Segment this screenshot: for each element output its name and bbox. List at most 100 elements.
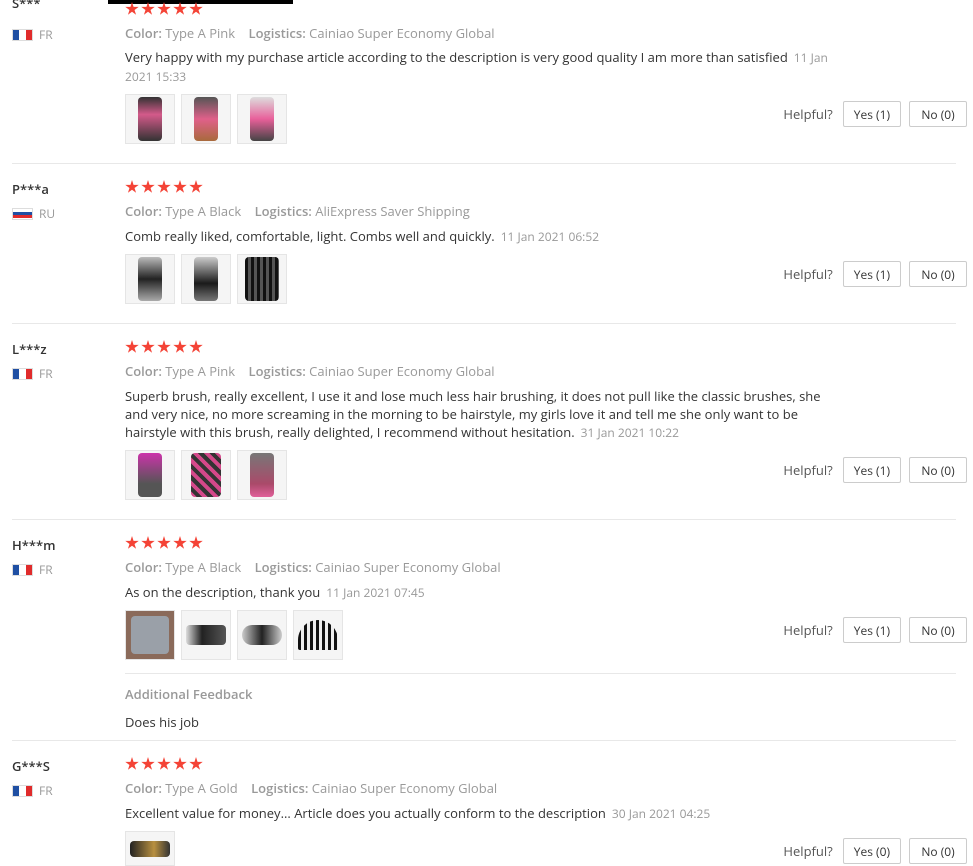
review-divider xyxy=(12,519,956,520)
review-body: Superb brush, really excellent, I use it… xyxy=(125,387,821,441)
review-photo[interactable] xyxy=(125,831,175,866)
review-photo[interactable] xyxy=(237,610,287,660)
color-label: Color: xyxy=(125,362,162,380)
logistics-value: Cainiao Super Economy Global xyxy=(309,24,495,42)
helpful-yes-button[interactable]: Yes (1) xyxy=(842,457,901,483)
star-icon xyxy=(141,757,155,770)
star-icon xyxy=(189,2,203,15)
star-icon xyxy=(125,2,139,15)
reviewer-country: FR xyxy=(12,561,53,578)
reviewer-name: G***S xyxy=(12,757,50,775)
star-icon xyxy=(189,536,203,549)
review-divider xyxy=(12,163,956,164)
star-icon xyxy=(157,536,171,549)
reviewer-country: RU xyxy=(12,205,55,222)
star-icon xyxy=(141,180,155,193)
logistics-value: Cainiao Super Economy Global xyxy=(309,362,495,380)
review-photo[interactable] xyxy=(293,610,343,660)
star-icon xyxy=(125,340,139,353)
country-code: FR xyxy=(39,561,53,578)
color-value: Type A Pink xyxy=(165,24,236,42)
logistics-value: Cainiao Super Economy Global xyxy=(315,558,501,576)
review-divider xyxy=(12,740,956,741)
star-icon xyxy=(141,536,155,549)
review-text: Very happy with my purchase article acco… xyxy=(125,48,835,86)
helpful-controls: Helpful? Yes (1) No (0) xyxy=(783,617,967,643)
star-icon xyxy=(189,180,203,193)
country-code: FR xyxy=(39,365,53,382)
helpful-no-button[interactable]: No (0) xyxy=(909,101,967,127)
star-icon xyxy=(141,2,155,15)
review-date: 31 Jan 2021 10:22 xyxy=(580,424,680,441)
star-icon xyxy=(173,180,187,193)
star-icon xyxy=(125,757,139,770)
star-icon xyxy=(125,536,139,549)
star-icon xyxy=(173,340,187,353)
star-icon xyxy=(173,2,187,15)
color-value: Type A Gold xyxy=(165,779,238,797)
country-code: FR xyxy=(39,26,53,43)
reviewer-name: H***m xyxy=(12,536,56,554)
helpful-no-button[interactable]: No (0) xyxy=(909,838,967,864)
review-photo[interactable] xyxy=(181,94,231,144)
star-icon xyxy=(125,180,139,193)
color-value: Type A Black xyxy=(165,558,242,576)
review-meta: Color: Type A Black Logistics: AliExpres… xyxy=(125,202,470,220)
review-meta: Color: Type A Gold Logistics: Cainiao Su… xyxy=(125,779,497,797)
helpful-yes-button[interactable]: Yes (0) xyxy=(842,838,901,864)
review-photo[interactable] xyxy=(181,450,231,500)
additional-feedback-text: Does his job xyxy=(125,713,200,731)
helpful-label: Helpful? xyxy=(783,842,833,860)
review-photo[interactable] xyxy=(181,254,231,304)
color-label: Color: xyxy=(125,558,162,576)
helpful-no-button[interactable]: No (0) xyxy=(909,617,967,643)
helpful-no-button[interactable]: No (0) xyxy=(909,261,967,287)
france-flag-icon xyxy=(12,28,33,41)
reviewer-country: FR xyxy=(12,782,53,799)
review-meta: Color: Type A Black Logistics: Cainiao S… xyxy=(125,558,501,576)
helpful-label: Helpful? xyxy=(783,461,833,479)
review-photos xyxy=(125,450,287,500)
review-photos xyxy=(125,254,287,304)
rating-stars xyxy=(125,340,203,354)
logistics-label: Logistics: xyxy=(248,24,306,42)
review-photo[interactable] xyxy=(125,94,175,144)
reviewer-name: S*** xyxy=(12,0,41,12)
review-photo[interactable] xyxy=(237,450,287,500)
review-body: As on the description, thank you xyxy=(125,583,321,601)
helpful-yes-button[interactable]: Yes (1) xyxy=(842,261,901,287)
reviewer-name: P***a xyxy=(12,180,49,198)
france-flag-icon xyxy=(12,784,33,797)
review-meta: Color: Type A Pink Logistics: Cainiao Su… xyxy=(125,362,495,380)
rating-stars xyxy=(125,180,203,194)
star-icon xyxy=(173,757,187,770)
review-photo[interactable] xyxy=(125,610,175,660)
review-photo[interactable] xyxy=(181,610,231,660)
logistics-label: Logistics: xyxy=(254,202,312,220)
star-icon xyxy=(157,757,171,770)
helpful-no-button[interactable]: No (0) xyxy=(909,457,967,483)
helpful-yes-button[interactable]: Yes (1) xyxy=(842,617,901,643)
review-photo[interactable] xyxy=(125,450,175,500)
review-body: Excellent value for money... Article doe… xyxy=(125,804,606,822)
review-photos xyxy=(125,831,175,866)
helpful-controls: Helpful? Yes (1) No (0) xyxy=(783,261,967,287)
russia-flag-icon xyxy=(12,207,33,220)
star-icon xyxy=(157,340,171,353)
helpful-yes-button[interactable]: Yes (1) xyxy=(842,101,901,127)
review-divider xyxy=(12,323,956,324)
review-photo[interactable] xyxy=(125,254,175,304)
review-photo[interactable] xyxy=(237,94,287,144)
helpful-label: Helpful? xyxy=(783,265,833,283)
review-photo[interactable] xyxy=(237,254,287,304)
star-icon xyxy=(189,757,203,770)
review-photos xyxy=(125,94,287,144)
logistics-label: Logistics: xyxy=(254,558,312,576)
color-value: Type A Pink xyxy=(165,362,236,380)
country-code: FR xyxy=(39,782,53,799)
review-text: As on the description, thank you 11 Jan 2… xyxy=(125,583,835,602)
review-text: Excellent value for money... Article doe… xyxy=(125,804,835,823)
logistics-label: Logistics: xyxy=(248,362,306,380)
france-flag-icon xyxy=(12,367,33,380)
helpful-label: Helpful? xyxy=(783,105,833,123)
